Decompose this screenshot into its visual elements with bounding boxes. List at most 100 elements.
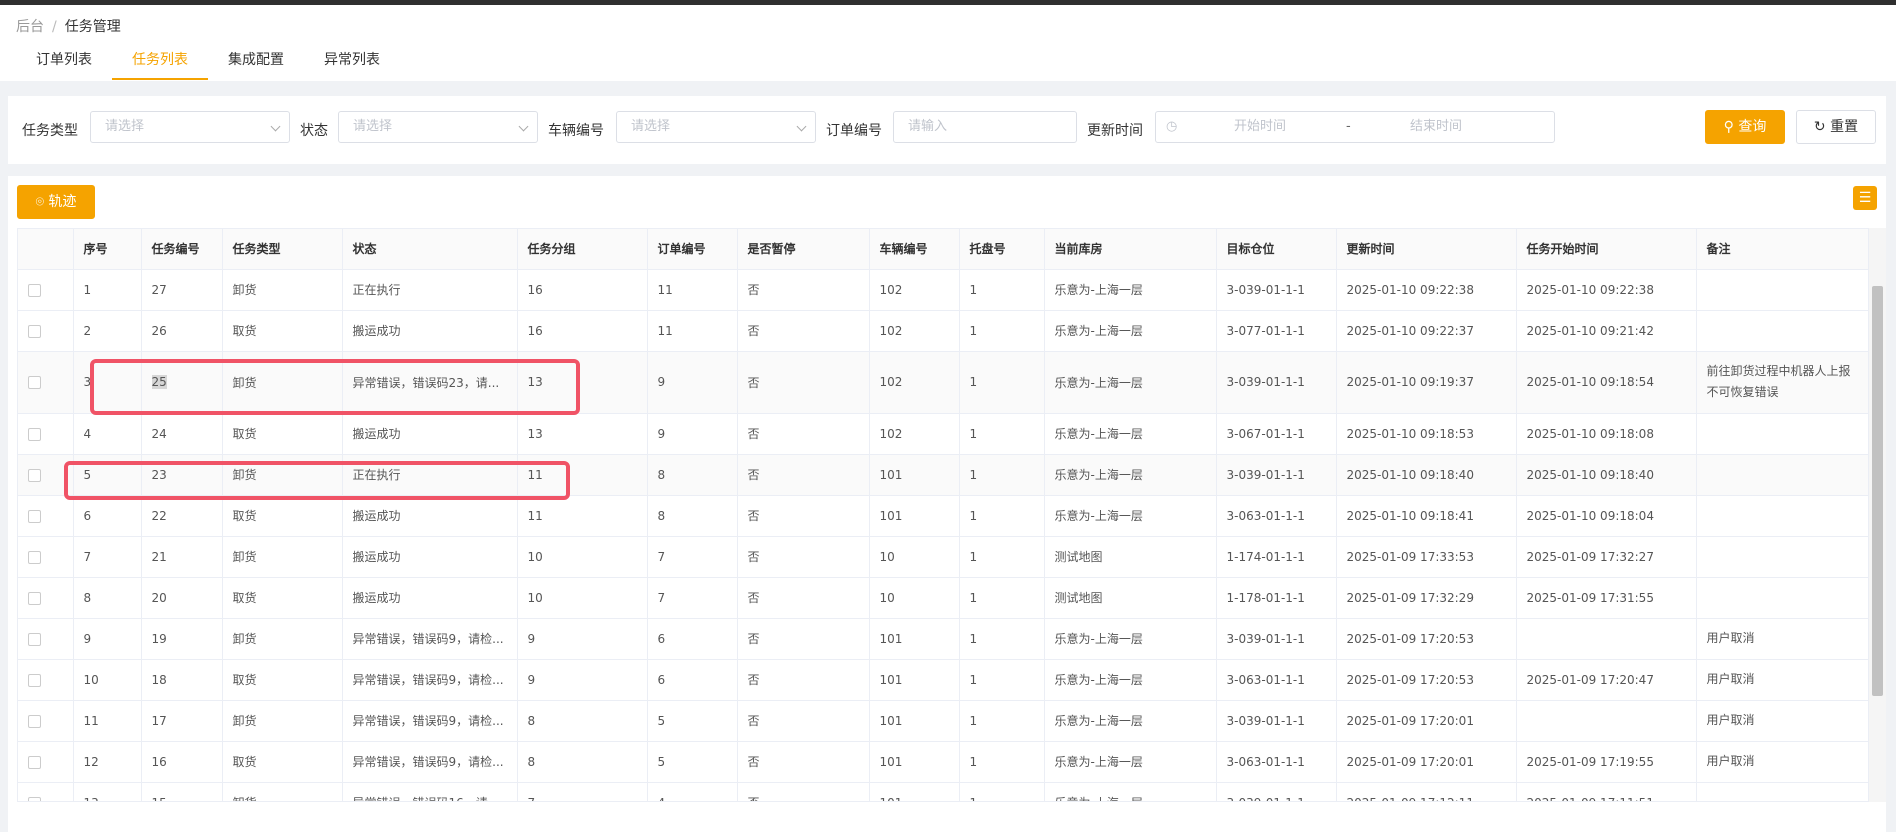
row-checkbox[interactable] [28, 509, 41, 523]
table-cell: 否 [737, 782, 870, 801]
cell-text: 2025-01-10 09:18:54 [1526, 375, 1654, 389]
update-time-range[interactable]: ◷ 开始时间 - 结束时间 [1155, 111, 1555, 143]
cell-text: 7 [83, 549, 92, 564]
col-header: 订单编号 [647, 229, 738, 270]
table-cell: 3-077-01-1-1 [1216, 310, 1337, 352]
table-cell: 101 [869, 741, 960, 783]
table-row[interactable]: 9 19 卸货 异常错误，错误码9，请检... 9 6 否 101 1 乐意为-上海一层 3-039… [18, 618, 1869, 660]
cell-text: 3-039-01-1-1 [1226, 631, 1305, 646]
table-cell: 否 [737, 269, 870, 311]
cell-text: 否 [747, 427, 760, 441]
query-button[interactable]: ⚲ 查询 [1705, 110, 1785, 144]
table-cell: 测试地图 [1044, 536, 1217, 578]
row-checkbox[interactable] [28, 714, 41, 728]
cell-text: 2025-01-10 09:18:40 [1526, 467, 1654, 482]
order-input[interactable]: 请输入 [893, 111, 1077, 143]
table-cell: 搬运成功 [342, 536, 518, 578]
table-row[interactable]: 4 24 取货 搬运成功 13 9 否 102 1 乐意为-上海一层 3-067-01-1-1 202… [18, 413, 1869, 455]
vertical-scrollbar[interactable] [1869, 228, 1886, 802]
table-row[interactable]: 12 16 取货 异常错误，错误码9，请检... 8 5 否 101 1 乐意为-上海一层 3-06… [18, 741, 1869, 783]
table-cell: 2025-01-09 17:20:01 [1336, 700, 1517, 742]
table-row[interactable]: 2 26 取货 搬运成功 16 11 否 102 1 乐意为-上海一层 3-077-01-1-1 20… [18, 310, 1869, 352]
table-row[interactable]: 11 17 卸货 异常错误，错误码9，请检... 8 5 否 101 1 乐意为-上海一层 3-03… [18, 700, 1869, 742]
cell-text: 10 [83, 672, 99, 687]
tab-task-list[interactable]: 任务列表 [112, 43, 208, 80]
table-cell: 2025-01-10 09:18:04 [1516, 495, 1697, 537]
table-cell: 否 [737, 577, 870, 619]
table-row[interactable]: 8 20 取货 搬运成功 10 7 否 10 1 测试地图 1-178-01-1-1 2025-01-… [18, 577, 1869, 619]
cell-text: 8 [527, 754, 536, 769]
table-cell: 1 [959, 454, 1045, 496]
status-select[interactable]: 请选择 [338, 111, 538, 143]
table-cell: 卸货 [222, 351, 343, 414]
table-row[interactable]: 6 22 取货 搬运成功 11 8 否 101 1 乐意为-上海一层 3-063-01-1-1 202… [18, 495, 1869, 537]
table-cell: 否 [737, 495, 870, 537]
task-type-select[interactable]: 请选择 [90, 111, 290, 143]
table-cell: 用户取消 [1696, 700, 1869, 742]
row-checkbox[interactable] [28, 468, 41, 482]
cell-text: 1 [969, 549, 978, 564]
table-cell: 16 [517, 269, 648, 311]
table-cell: 15 [141, 782, 223, 801]
scrollbar-thumb[interactable] [1872, 286, 1883, 696]
location-icon: ⌾ [35, 194, 44, 210]
status-placeholder: 请选择 [353, 119, 393, 134]
table-row[interactable]: 10 18 取货 异常错误，错误码9，请检... 9 6 否 101 1 乐意为-上海一层 3-06… [18, 659, 1869, 701]
cell-text: 8 [657, 508, 666, 523]
column-settings-icon[interactable]: ☰ [1853, 186, 1877, 210]
row-checkbox[interactable] [28, 796, 41, 801]
col-header: 是否暂停 [737, 229, 870, 270]
row-checkbox[interactable] [28, 673, 41, 687]
table-cell: 否 [737, 659, 870, 701]
cell-text: 13 [527, 375, 543, 389]
row-checkbox[interactable] [28, 427, 41, 441]
vehicle-placeholder: 请选择 [631, 119, 671, 134]
tab-exception-list[interactable]: 异常列表 [304, 43, 400, 80]
table-cell: 8 [647, 495, 738, 537]
cell-text: 1 [969, 672, 978, 687]
table-row[interactable]: 13 15 卸货 异常错误，错误码16，请... 7 4 否 101 1 乐意为-上海一层 3-03… [18, 782, 1869, 802]
table-cell: 搬运成功 [342, 577, 518, 619]
cell-text: 测试地图 [1054, 550, 1103, 564]
select-all-header [18, 229, 74, 270]
cell-text: 取货 [232, 427, 257, 441]
chevron-down-icon [270, 121, 281, 132]
row-checkbox[interactable] [28, 324, 41, 338]
table-cell: 1 [959, 577, 1045, 619]
table-cell: 搬运成功 [342, 495, 518, 537]
cell-text: 101 [880, 796, 903, 802]
cell-text: 5 [657, 713, 666, 728]
cell-text: 前往卸货过程中机器人上报不可恢复错误 [1706, 364, 1851, 399]
cell-text: 9 [657, 375, 666, 389]
row-checkbox[interactable] [28, 632, 41, 646]
table-cell: 用户取消 [1696, 659, 1869, 701]
table-cell: 2025-01-10 09:18:08 [1516, 413, 1697, 455]
tab-order-list[interactable]: 订单列表 [16, 43, 112, 80]
chevron-down-icon [518, 121, 529, 132]
table-row[interactable]: 5 23 卸货 正在执行 11 8 否 101 1 乐意为-上海一层 3-039-01-1-1 202… [18, 454, 1869, 496]
table-cell [1516, 618, 1697, 660]
breadcrumb-root[interactable]: 后台 [16, 19, 44, 35]
table-cell: 2025-01-09 17:20:53 [1336, 618, 1517, 660]
table-cell: 9 [517, 618, 648, 660]
track-button[interactable]: ⌾ 轨迹 [17, 185, 95, 219]
row-checkbox[interactable] [28, 550, 41, 564]
table-row[interactable]: 7 21 卸货 搬运成功 10 7 否 10 1 测试地图 1-174-01-1-1 2025-01-… [18, 536, 1869, 578]
cell-text: 10 [879, 590, 895, 605]
cell-text: 搬运成功 [352, 591, 401, 605]
table-row[interactable]: 1 27 卸货 正在执行 16 11 否 102 1 乐意为-上海一层 3-039-01-1-1 20… [18, 269, 1869, 311]
reset-button[interactable]: ↻ 重置 [1796, 110, 1876, 144]
table-cell: 2025-01-09 17:11:51 [1516, 782, 1697, 801]
table-cell: 17 [141, 700, 223, 742]
row-checkbox[interactable] [28, 283, 41, 297]
table-row[interactable]: 3 25 卸货 异常错误，错误码23，请... 13 9 否 102 1 乐意为-上海一层 3-03… [18, 351, 1869, 414]
row-checkbox[interactable] [28, 755, 41, 769]
cell-text: 3-077-01-1-1 [1226, 323, 1305, 338]
tab-integration-config[interactable]: 集成配置 [208, 43, 304, 80]
vehicle-select[interactable]: 请选择 [616, 111, 816, 143]
cell-text: 1-178-01-1-1 [1226, 590, 1305, 605]
row-checkbox[interactable] [28, 376, 41, 389]
row-checkbox[interactable] [28, 591, 41, 605]
cell-text: 正在执行 [352, 468, 401, 482]
table-cell: 1 [959, 741, 1045, 783]
